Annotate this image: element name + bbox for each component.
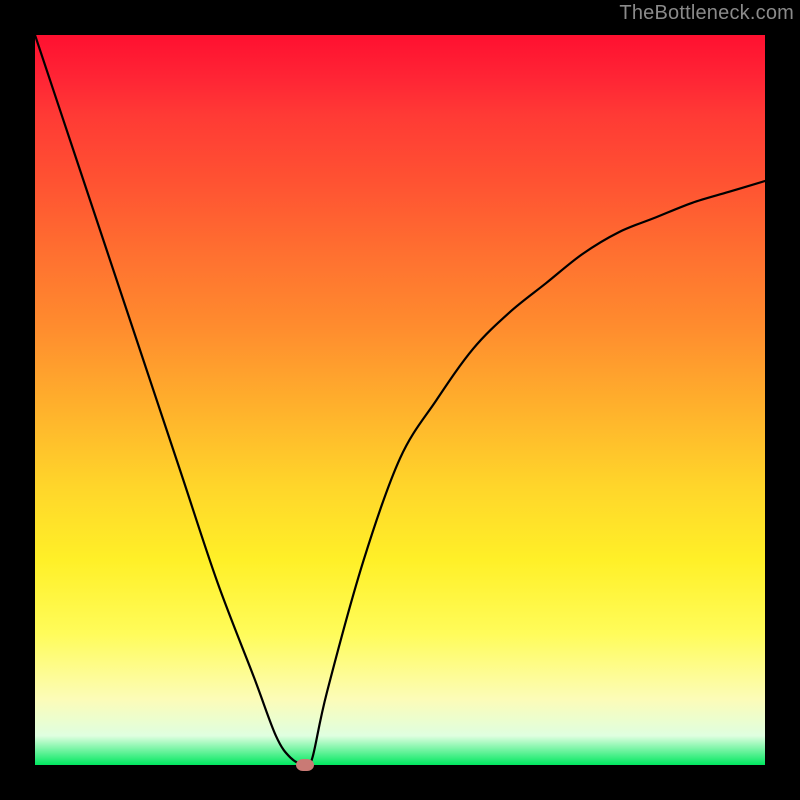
- plot-area: [35, 35, 765, 765]
- bottleneck-curve-path: [35, 35, 765, 765]
- chart-frame: TheBottleneck.com: [0, 0, 800, 800]
- attribution-label: TheBottleneck.com: [619, 2, 794, 25]
- bottleneck-curve-svg: [35, 35, 765, 765]
- optimal-point-marker: [296, 759, 314, 771]
